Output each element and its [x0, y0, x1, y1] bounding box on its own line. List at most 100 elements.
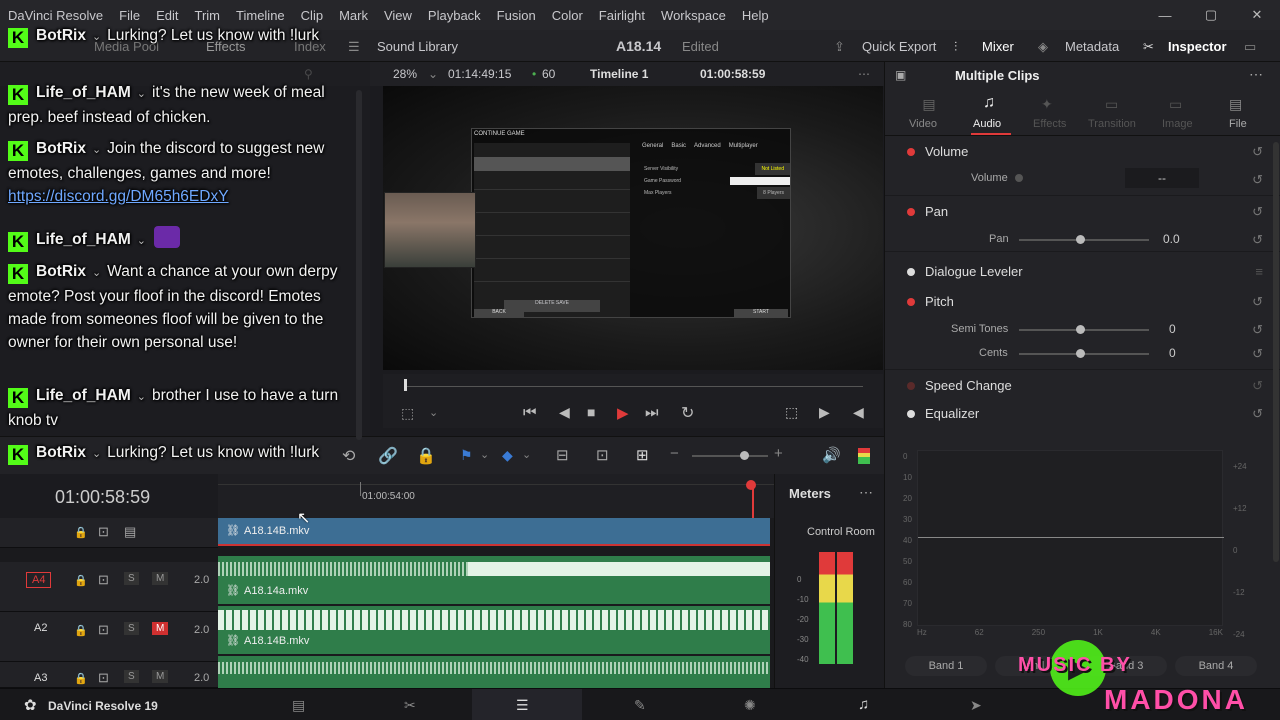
stop-icon[interactable]: ■	[587, 404, 595, 420]
pitch-reset-icon[interactable]: ↺	[1252, 294, 1263, 310]
audio-clip-a2[interactable]: ⛓ A18.14B.mkv	[218, 606, 770, 654]
skip-start-icon[interactable]: ⏮	[523, 404, 537, 421]
inspector-scrollbar[interactable]	[1273, 142, 1279, 562]
menu-playback[interactable]: Playback	[420, 8, 489, 23]
metadata-icon[interactable]: ◈	[1038, 39, 1048, 55]
deliver-page-icon[interactable]: ➤	[970, 697, 982, 714]
pan-value[interactable]: 0.0	[1163, 232, 1180, 246]
tab-file[interactable]: File	[1229, 118, 1247, 130]
track-auto-select-icon[interactable]: ⊡	[98, 670, 109, 686]
game-tab-multiplayer[interactable]: Multiplayer	[729, 143, 758, 149]
zoom-level[interactable]: 28%	[393, 67, 417, 81]
volume-slider-knob[interactable]	[1015, 174, 1023, 182]
tab-video[interactable]: Video	[909, 118, 937, 130]
game-back-button[interactable]: BACK	[474, 309, 524, 317]
semitones-slider-knob[interactable]	[1076, 325, 1085, 334]
menu-help[interactable]: Help	[734, 8, 777, 23]
play-icon[interactable]: ▶	[617, 404, 629, 422]
prev-frame-icon[interactable]: ◀	[853, 404, 864, 421]
solo-button[interactable]: S	[124, 670, 139, 683]
pan-enable-icon[interactable]	[907, 208, 915, 216]
save-row-selected[interactable]	[474, 157, 630, 171]
maximize-icon[interactable]: ▢	[1188, 7, 1234, 23]
cut-page-icon[interactable]: ✂	[404, 697, 416, 714]
reverse-icon[interactable]: ◀	[559, 404, 570, 421]
speed-reset-icon[interactable]: ↺	[1252, 378, 1263, 394]
viewer-mode-chevron-icon[interactable]: ⌄	[429, 406, 438, 419]
track-lock-icon[interactable]: 🔒	[74, 574, 88, 587]
skip-end-icon[interactable]: ⏭	[645, 404, 659, 421]
timeline-name[interactable]: Timeline 1	[590, 67, 648, 81]
game-tab-advanced[interactable]: Advanced	[694, 143, 721, 149]
volume-keyframe-reset-icon[interactable]: ↺	[1252, 172, 1263, 188]
viewer-mode-icon[interactable]: ⬚	[401, 405, 414, 422]
mixer-icon[interactable]: ⫶	[954, 39, 957, 55]
loop-icon[interactable]: ↻	[681, 403, 694, 423]
speaker-icon[interactable]: 🔊	[822, 446, 841, 464]
track-name-a3[interactable]: A3	[34, 672, 47, 684]
mute-button[interactable]: M	[152, 670, 169, 683]
semitones-value[interactable]: 0	[1169, 322, 1176, 336]
eq-band-4[interactable]: Band 4	[1175, 656, 1257, 676]
track-lock-icon[interactable]: 🔒	[74, 624, 88, 637]
track-name-a4[interactable]: A4	[26, 572, 52, 588]
edit-page-tab[interactable]: ☰	[472, 689, 582, 720]
track-auto-select-icon[interactable]: ⊡	[98, 622, 109, 638]
volume-value[interactable]: --	[1125, 168, 1199, 188]
pan-slider-knob[interactable]	[1076, 235, 1085, 244]
dialogue-menu-icon[interactable]: ≡	[1255, 264, 1263, 279]
cents-slider[interactable]	[1019, 349, 1149, 358]
mixer-button[interactable]: Mixer	[982, 39, 1014, 54]
track-name-a2[interactable]: A2	[34, 622, 47, 634]
flag-icon[interactable]: ⚑	[460, 447, 473, 464]
cents-slider-knob[interactable]	[1076, 349, 1085, 358]
flag-chevron-icon[interactable]: ⌄	[480, 448, 489, 461]
next-frame-icon[interactable]: ▶	[819, 404, 830, 421]
volume-reset-icon[interactable]: ↺	[1252, 144, 1263, 160]
audio-clip-a3[interactable]	[218, 656, 770, 688]
quick-export-button[interactable]: Quick Export	[862, 39, 936, 54]
zoom-slider-knob[interactable]	[740, 451, 749, 460]
track-lock-icon[interactable]: 🔒	[74, 672, 88, 685]
game-start-button[interactable]: START	[734, 309, 788, 317]
cents-value[interactable]: 0	[1169, 346, 1176, 360]
audio-clip-a4[interactable]: ⛓ A18.14a.mkv	[218, 556, 770, 604]
save-list[interactable]: DELETE SAVE	[474, 143, 630, 317]
marker-icon[interactable]: ◆	[502, 447, 513, 464]
quick-export-icon[interactable]: ⇪	[834, 39, 845, 55]
discord-link[interactable]: https://discord.gg/DM65h6EDxY	[8, 188, 229, 205]
semitones-slider[interactable]	[1019, 325, 1149, 334]
scrubber-playhead[interactable]	[404, 379, 407, 391]
mute-button[interactable]: M	[152, 572, 169, 585]
volume-enable-icon[interactable]	[907, 148, 915, 156]
eq-band-1[interactable]: Band 1	[905, 656, 987, 676]
dialogue-enable-icon[interactable]	[907, 268, 915, 276]
game-tab-basic[interactable]: Basic	[671, 143, 686, 149]
zoom-out-icon[interactable]: −	[670, 445, 679, 462]
inspector-button[interactable]: Inspector	[1168, 39, 1227, 54]
track-auto-select-icon[interactable]: ⊡	[98, 524, 109, 540]
tab-audio[interactable]: Audio	[973, 118, 1001, 130]
link-icon[interactable]: 🔗	[378, 446, 398, 466]
color-page-icon[interactable]: ✺	[744, 697, 756, 714]
zoom-chevron-icon[interactable]: ⌄	[428, 67, 438, 81]
playhead-handle[interactable]	[746, 480, 756, 490]
video-tab-icon[interactable]: ▤	[915, 96, 943, 113]
fusion-page-icon[interactable]: ✎	[634, 697, 646, 714]
level-meter-icon[interactable]	[858, 448, 870, 464]
metadata-button[interactable]: Metadata	[1065, 39, 1119, 54]
pan-slider[interactable]	[1019, 235, 1149, 244]
video-viewer[interactable]: CONTINUE GAME DELETE SAVE General Basic …	[383, 86, 883, 370]
zoom-in-icon[interactable]: +	[774, 445, 783, 462]
menu-fairlight[interactable]: Fairlight	[591, 8, 653, 23]
zoom-detail-icon[interactable]: ⊡	[596, 446, 609, 464]
viewer-scrubber[interactable]	[383, 374, 883, 400]
pitch-enable-icon[interactable]	[907, 298, 915, 306]
menu-color[interactable]: Color	[544, 8, 591, 23]
eq-graph[interactable]	[917, 450, 1224, 626]
monitor-icon[interactable]: ▭	[1244, 39, 1256, 55]
zoom-slider[interactable]	[692, 455, 768, 457]
eq-reset-icon[interactable]: ↺	[1252, 406, 1263, 422]
inspector-icon[interactable]: ✂	[1143, 39, 1154, 55]
viewer-options-icon[interactable]: ⋯	[858, 67, 870, 81]
